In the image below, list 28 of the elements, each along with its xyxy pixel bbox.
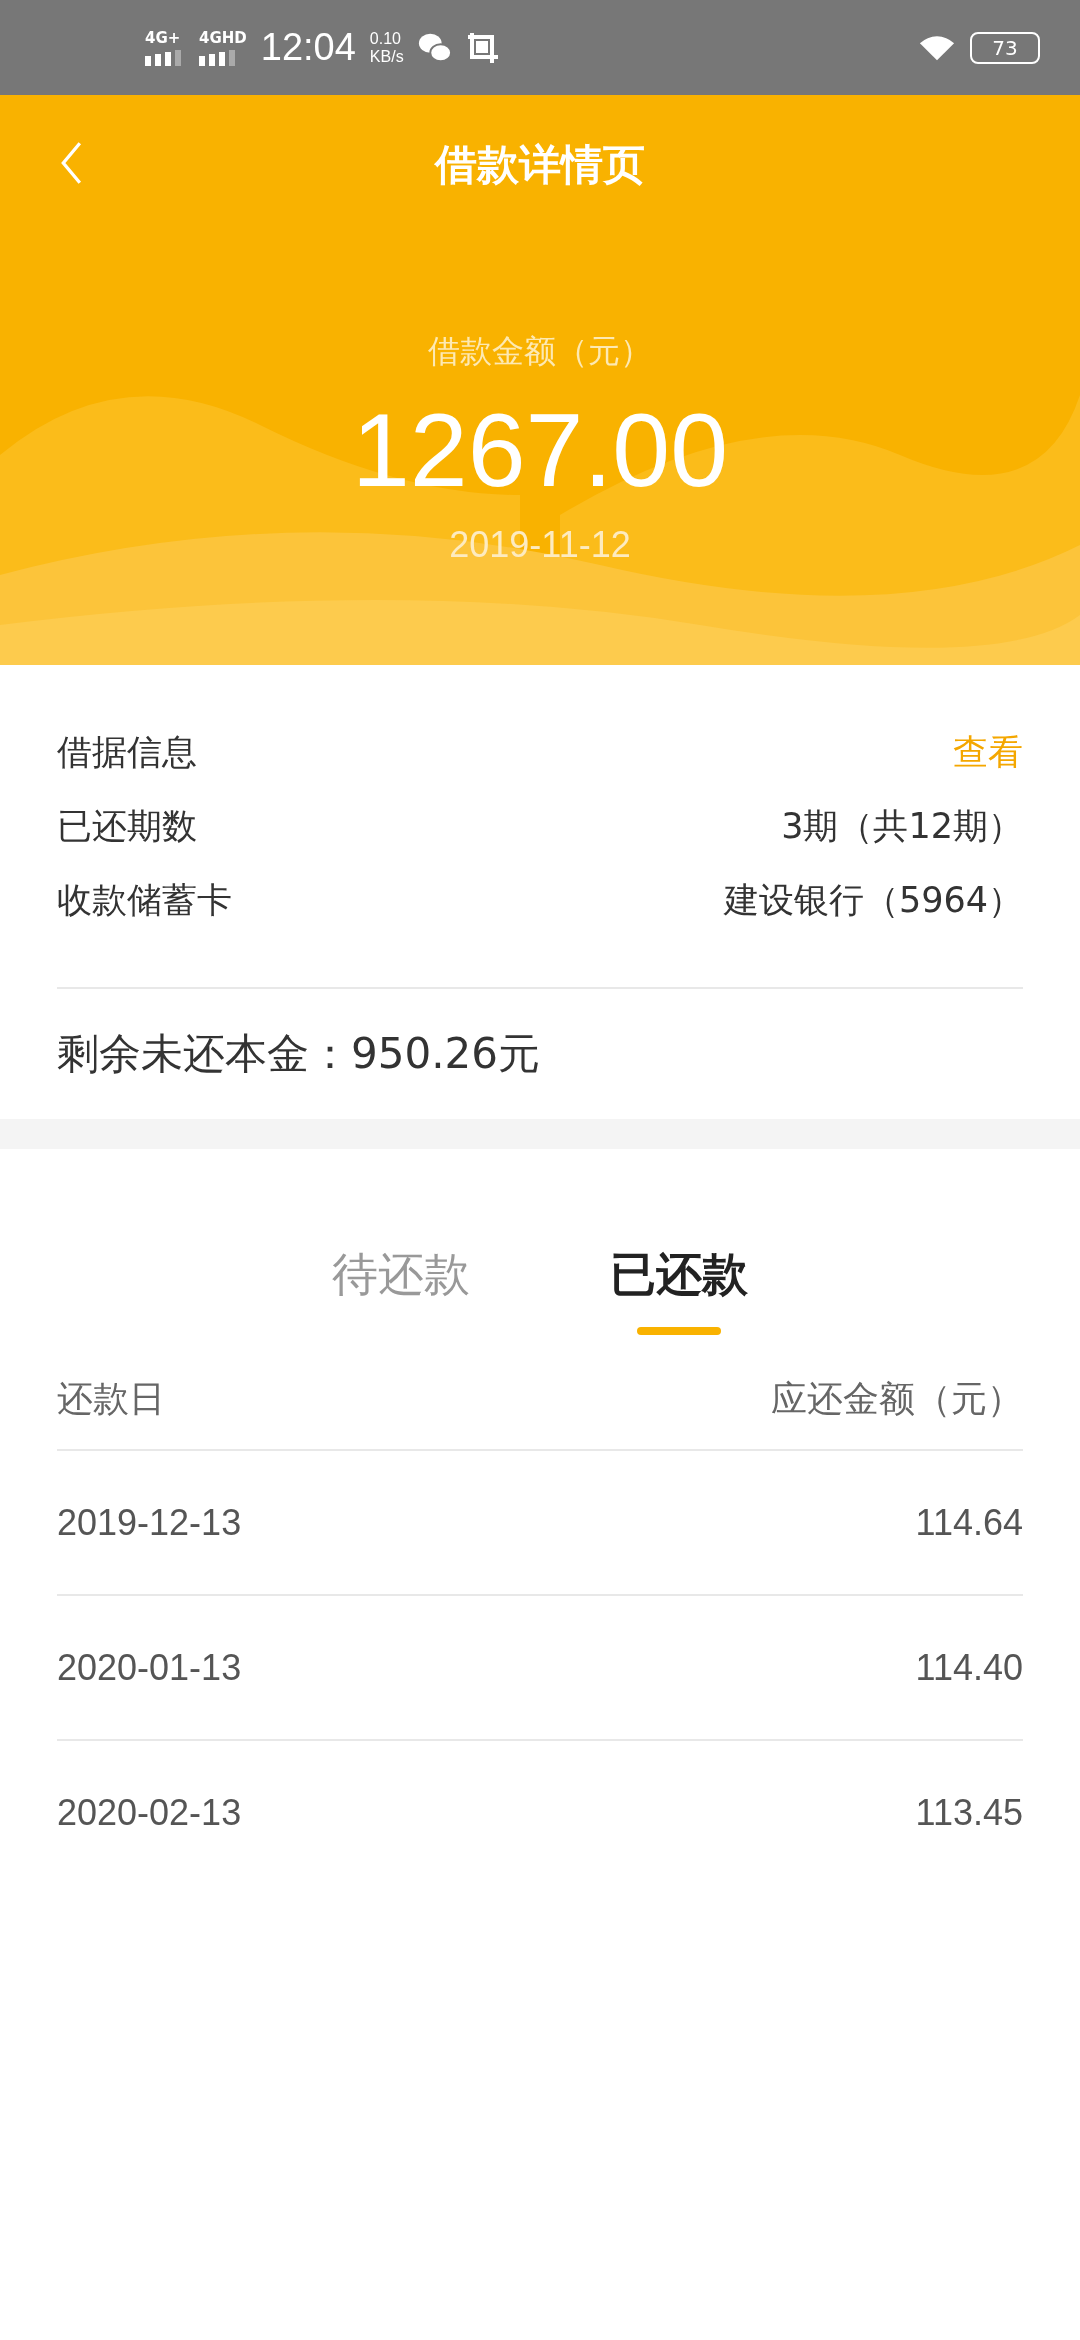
amount-label: 借款金额（元） (428, 331, 652, 372)
remaining-principal: 剩余未还本金：950.26元 (57, 1028, 541, 1080)
table-cell: 113.45 (915, 1791, 1023, 1834)
info-label: 收款储蓄卡 (57, 878, 232, 922)
speed-unit: KB/s (369, 47, 404, 66)
clock: 12:04 (260, 26, 356, 69)
info-label: 借据信息 (57, 730, 197, 774)
table-cell: 2020-02-13 (57, 1791, 242, 1834)
network-label: 4G+ (145, 29, 181, 46)
loan-date: 2019-11-12 (449, 524, 631, 566)
table-cell: 2019-12-13 (57, 1501, 242, 1544)
speed-value: 0.10 (369, 29, 402, 48)
info-value: 3期（共12期） (781, 804, 1023, 848)
table-cell: 114.40 (915, 1646, 1023, 1689)
info-label: 已还期数 (57, 804, 197, 848)
loan-amount: 1267.00 (352, 391, 728, 510)
column-header: 应还金额（元） (771, 1376, 1023, 1421)
view-link[interactable]: 查看 (953, 728, 1023, 776)
battery-level: 73 (992, 35, 1018, 60)
network-label: 4GHD (199, 29, 247, 46)
tab[interactable]: 待还款 (332, 1239, 470, 1335)
column-header: 还款日 (57, 1376, 165, 1421)
table-cell: 2020-01-13 (57, 1646, 242, 1689)
table-cell: 114.64 (915, 1501, 1023, 1544)
page-title: 借款详情页 (435, 139, 645, 191)
info-value: 建设银行（5964） (723, 878, 1023, 922)
tab[interactable]: 已还款 (610, 1239, 748, 1335)
crop-icon (465, 30, 500, 65)
